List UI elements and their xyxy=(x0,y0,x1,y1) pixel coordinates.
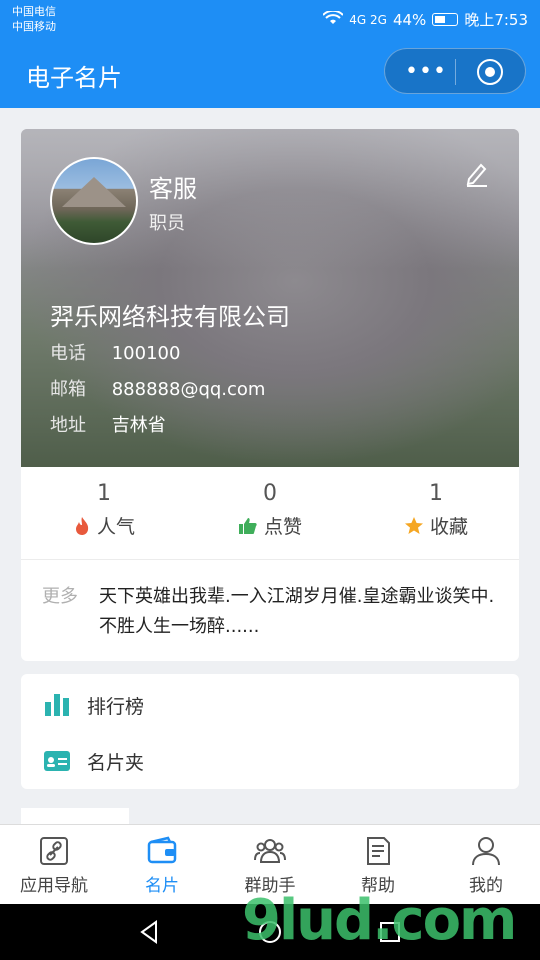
document-icon xyxy=(367,837,390,865)
email-value: 888888@qq.com xyxy=(111,379,266,400)
stat-popularity[interactable]: 1 人气 xyxy=(21,467,187,540)
address-value: 吉林省 xyxy=(111,415,166,436)
wallet-icon xyxy=(147,836,177,864)
more-menu-button[interactable]: ••• xyxy=(405,59,447,84)
carrier-info: 中国电信 中国移动 xyxy=(12,4,56,34)
star-icon xyxy=(404,516,423,534)
status-bar: 中国电信 中国移动 4G 2G 44% 晚上7:53 xyxy=(0,0,540,38)
card-hero: 客服 职员 羿乐网络科技有限公司 电话 100100 邮箱 888888@qq.… xyxy=(21,129,519,467)
tab-card[interactable]: 名片 xyxy=(108,825,216,905)
tab-app-navigation[interactable]: 应用导航 xyxy=(0,825,108,905)
fire-icon xyxy=(75,516,89,535)
watermark: 9lud.com xyxy=(242,888,517,953)
nav-bar: 电子名片 ••• xyxy=(0,38,540,108)
stat-popularity-label: 人气 xyxy=(96,516,135,538)
menu-item-ranking-label: 排行榜 xyxy=(87,696,145,718)
user-icon xyxy=(472,837,500,866)
phone-row[interactable]: 电话 100100 xyxy=(50,339,180,365)
wifi-icon xyxy=(322,9,344,28)
miniprogram-capsule: ••• xyxy=(384,48,526,94)
menu-item-card-holder[interactable]: 名片夹 xyxy=(21,732,519,788)
profile-name: 客服 xyxy=(149,175,197,203)
bar-chart-icon xyxy=(45,694,69,716)
business-card: 客服 职员 羿乐网络科技有限公司 电话 100100 邮箱 888888@qq.… xyxy=(21,129,519,661)
company-name: 羿乐网络科技有限公司 xyxy=(50,303,290,331)
close-miniprogram-button[interactable] xyxy=(477,59,503,85)
stat-favorites-value: 1 xyxy=(429,481,443,506)
link-icon xyxy=(40,837,68,865)
group-icon xyxy=(254,839,286,863)
edit-icon[interactable] xyxy=(463,159,493,189)
carrier-2: 中国移动 xyxy=(12,20,56,33)
profile-position: 职员 xyxy=(149,213,185,234)
battery-percent: 44% xyxy=(392,10,427,29)
page-title: 电子名片 xyxy=(26,64,122,92)
thumbs-up-icon xyxy=(238,517,257,534)
card-holder-icon xyxy=(44,751,70,771)
stats-row: 1 人气 0 点赞 1 收藏 xyxy=(21,467,519,560)
tab-app-navigation-label: 应用导航 xyxy=(20,876,88,896)
tab-card-label: 名片 xyxy=(145,876,179,896)
signal-icon: 4G 2G xyxy=(349,12,387,27)
phone-value: 100100 xyxy=(111,343,181,364)
stat-likes[interactable]: 0 点赞 xyxy=(187,467,353,539)
more-label: 更多 xyxy=(42,586,78,607)
phone-label: 电话 xyxy=(50,343,86,364)
menu-item-card-holder-label: 名片夹 xyxy=(87,752,145,774)
stat-likes-label: 点赞 xyxy=(263,516,302,538)
back-icon[interactable] xyxy=(136,918,164,946)
next-card-peek xyxy=(21,808,129,824)
stat-favorites-label: 收藏 xyxy=(429,516,468,538)
address-label: 地址 xyxy=(50,415,86,436)
status-indicators: 4G 2G 44% 晚上7:53 xyxy=(322,9,528,30)
more-text: 天下英雄出我辈.一入江湖岁月催.皇途霸业谈笑中.不胜人生一场醉...... xyxy=(99,586,495,637)
address-row[interactable]: 地址 吉林省 xyxy=(50,411,166,437)
email-row[interactable]: 邮箱 888888@qq.com xyxy=(50,375,265,401)
carrier-1: 中国电信 xyxy=(12,5,56,18)
stat-popularity-value: 1 xyxy=(97,481,111,506)
email-label: 邮箱 xyxy=(50,379,86,400)
clock: 晚上7:53 xyxy=(464,11,528,29)
avatar[interactable] xyxy=(50,157,138,245)
stat-favorites[interactable]: 1 收藏 xyxy=(353,467,519,540)
menu-item-ranking[interactable]: 排行榜 xyxy=(21,676,519,732)
stat-likes-value: 0 xyxy=(263,481,277,506)
menu-list: 排行榜 名片夹 xyxy=(21,674,519,789)
capsule-divider xyxy=(455,59,456,85)
battery-icon xyxy=(432,13,459,26)
more-section: 更多 天下英雄出我辈.一入江湖岁月催.皇途霸业谈笑中.不胜人生一场醉...... xyxy=(21,560,519,661)
